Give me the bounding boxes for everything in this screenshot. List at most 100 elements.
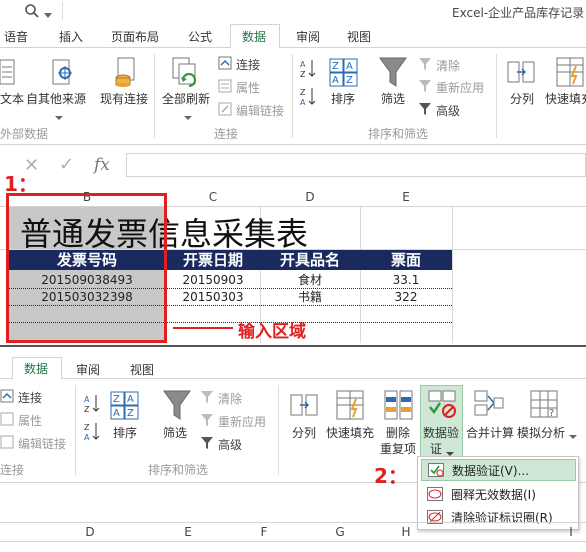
table-cell[interactable]: 33.1	[360, 271, 452, 289]
title-bar: Excel-企业产品库存记录	[0, 0, 586, 24]
properties-button[interactable]: 属性	[236, 79, 260, 96]
table-cell[interactable]: 20150303	[166, 288, 260, 306]
other-sources-button[interactable]: 自其他来源	[26, 90, 86, 107]
svg-text:A: A	[346, 61, 353, 72]
svg-text:Z: Z	[84, 405, 90, 413]
svg-text:Z: Z	[332, 61, 339, 72]
consolidate-icon	[474, 389, 504, 422]
properties-button[interactable]: 属性	[18, 412, 42, 429]
column-header-d[interactable]: D	[260, 190, 360, 208]
connections-button[interactable]: 连接	[18, 389, 42, 406]
column-header-h[interactable]: H	[386, 525, 426, 543]
from-text-button[interactable]: 文本	[0, 90, 24, 107]
table-cell[interactable]: 322	[360, 288, 452, 306]
step-1-label: 1：	[4, 172, 38, 196]
sort-az-icon[interactable]: AZ	[84, 393, 100, 416]
column-header-g[interactable]: G	[310, 525, 370, 543]
tab-view[interactable]: 视图	[347, 28, 371, 45]
filter-button[interactable]: 筛选	[381, 90, 405, 107]
table-cell[interactable]: 20150903	[166, 271, 260, 289]
column-header-e[interactable]: E	[360, 190, 452, 208]
edit-links-button[interactable]: 编辑链接	[236, 102, 284, 119]
tab-formulas[interactable]: 公式	[188, 28, 212, 45]
dropdown-item-circle-invalid[interactable]: 圈释无效数据(I)	[421, 483, 576, 505]
edit-links-button[interactable]: 编辑链接	[18, 435, 66, 452]
header-item-name[interactable]: 开具品名	[260, 251, 360, 270]
arrow-line	[173, 327, 233, 329]
filter-button[interactable]: 筛选	[163, 424, 187, 441]
table-cell[interactable]: 食材	[260, 271, 360, 289]
reapply-button[interactable]: 重新应用	[436, 79, 484, 96]
other-sources-icon	[50, 58, 74, 89]
split-button[interactable]: 分列	[510, 90, 534, 107]
tab-review[interactable]: 审阅	[76, 361, 100, 378]
formula-input[interactable]	[126, 153, 586, 177]
tab-insert[interactable]: 插入	[59, 28, 83, 45]
column-header-c[interactable]: C	[166, 190, 260, 208]
existing-connections-button[interactable]: 现有连接	[100, 90, 148, 107]
split-button[interactable]: 分列	[292, 424, 316, 441]
tab-voice[interactable]: 语音	[4, 28, 28, 45]
connections-button[interactable]: 连接	[236, 56, 260, 73]
tab-data[interactable]: 数据	[12, 357, 62, 380]
group-separator	[154, 54, 155, 138]
data-validation-label-line1: 数据验	[423, 426, 460, 440]
sort-az-icon[interactable]: AZ	[300, 58, 316, 81]
dropdown-item-label: 圈释无效数据(I)	[451, 488, 536, 502]
table-cell[interactable]: 书籍	[260, 288, 360, 306]
text-to-columns-icon	[290, 391, 318, 422]
flash-fill-button[interactable]: 快速填充	[545, 90, 586, 107]
sort-icon: ZAAZ	[110, 391, 140, 424]
ribbon-body: 文本 自其他来源 现有连接 外部数据 全部刷新 连接 属性 编辑链接 连接 AZ…	[0, 48, 586, 145]
circle-invalid-icon	[427, 487, 443, 504]
sort-filter-group-label: 排序和筛选	[148, 463, 209, 477]
properties-icon	[0, 412, 14, 429]
svg-text:A: A	[127, 394, 134, 405]
header-invoice-date[interactable]: 开票日期	[166, 251, 260, 270]
svg-text:Z: Z	[127, 408, 134, 419]
dropdown-item-label: 数据验证(V)...	[452, 464, 530, 478]
column-header-i[interactable]: I	[556, 525, 586, 543]
clear-button[interactable]: 清除	[436, 57, 460, 74]
refresh-all-button[interactable]: 全部刷新	[162, 90, 210, 107]
properties-icon	[218, 79, 232, 96]
data-validation-icon	[428, 389, 458, 424]
column-header-f[interactable]: F	[234, 525, 294, 543]
dropdown-item-data-validation[interactable]: 数据验证(V)...	[421, 459, 576, 481]
input-area-highlight	[6, 193, 167, 343]
edit-links-icon	[218, 102, 232, 119]
data-validation-dropdown: 数据验证(V)... 圈释无效数据(I) 清除验证标识圈(R)	[417, 456, 579, 530]
tab-data[interactable]: 数据	[230, 24, 280, 49]
title-separator	[62, 2, 63, 20]
tab-page-layout[interactable]: 页面布局	[111, 28, 159, 45]
step-2-label: 2：	[374, 464, 408, 488]
remove-duplicates-button-line2[interactable]: 重复项	[380, 440, 416, 457]
column-header-e[interactable]: E	[158, 525, 218, 543]
sort-button[interactable]: 排序	[331, 90, 355, 107]
sort-button[interactable]: 排序	[113, 424, 137, 441]
tab-view[interactable]: 视图	[130, 361, 154, 378]
reapply-button[interactable]: 重新应用	[218, 413, 266, 430]
dropdown-arrow-icon[interactable]	[44, 8, 52, 22]
header-face-value[interactable]: 票面	[360, 251, 452, 270]
consolidate-button[interactable]: 合并计算	[466, 424, 514, 441]
sort-za-icon[interactable]: ZA	[300, 86, 316, 109]
remove-duplicates-button-line1[interactable]: 删除	[386, 424, 410, 441]
tab-review[interactable]: 审阅	[296, 28, 320, 45]
clear-button[interactable]: 清除	[218, 390, 242, 407]
sort-za-icon[interactable]: ZA	[84, 421, 100, 444]
sort-filter-group-label: 排序和筛选	[368, 127, 429, 141]
what-if-analysis-button[interactable]: 模拟分析	[517, 424, 565, 441]
fx-icon[interactable]: fx	[94, 155, 110, 175]
column-header-d[interactable]: D	[60, 525, 120, 543]
advanced-button[interactable]: 高级	[218, 436, 242, 453]
search-icon[interactable]	[24, 3, 40, 22]
svg-text:Z: Z	[300, 70, 306, 78]
svg-text:A: A	[113, 408, 120, 419]
reapply-icon	[200, 413, 214, 430]
enter-icon[interactable]: ✓	[59, 154, 74, 175]
ribbon-tab-bar: 语音 插入 页面布局 公式 数据 审阅 视图	[0, 24, 586, 49]
flash-fill-button[interactable]: 快速填充	[326, 424, 374, 441]
chevron-down-icon	[55, 110, 63, 124]
advanced-button[interactable]: 高级	[436, 102, 460, 119]
